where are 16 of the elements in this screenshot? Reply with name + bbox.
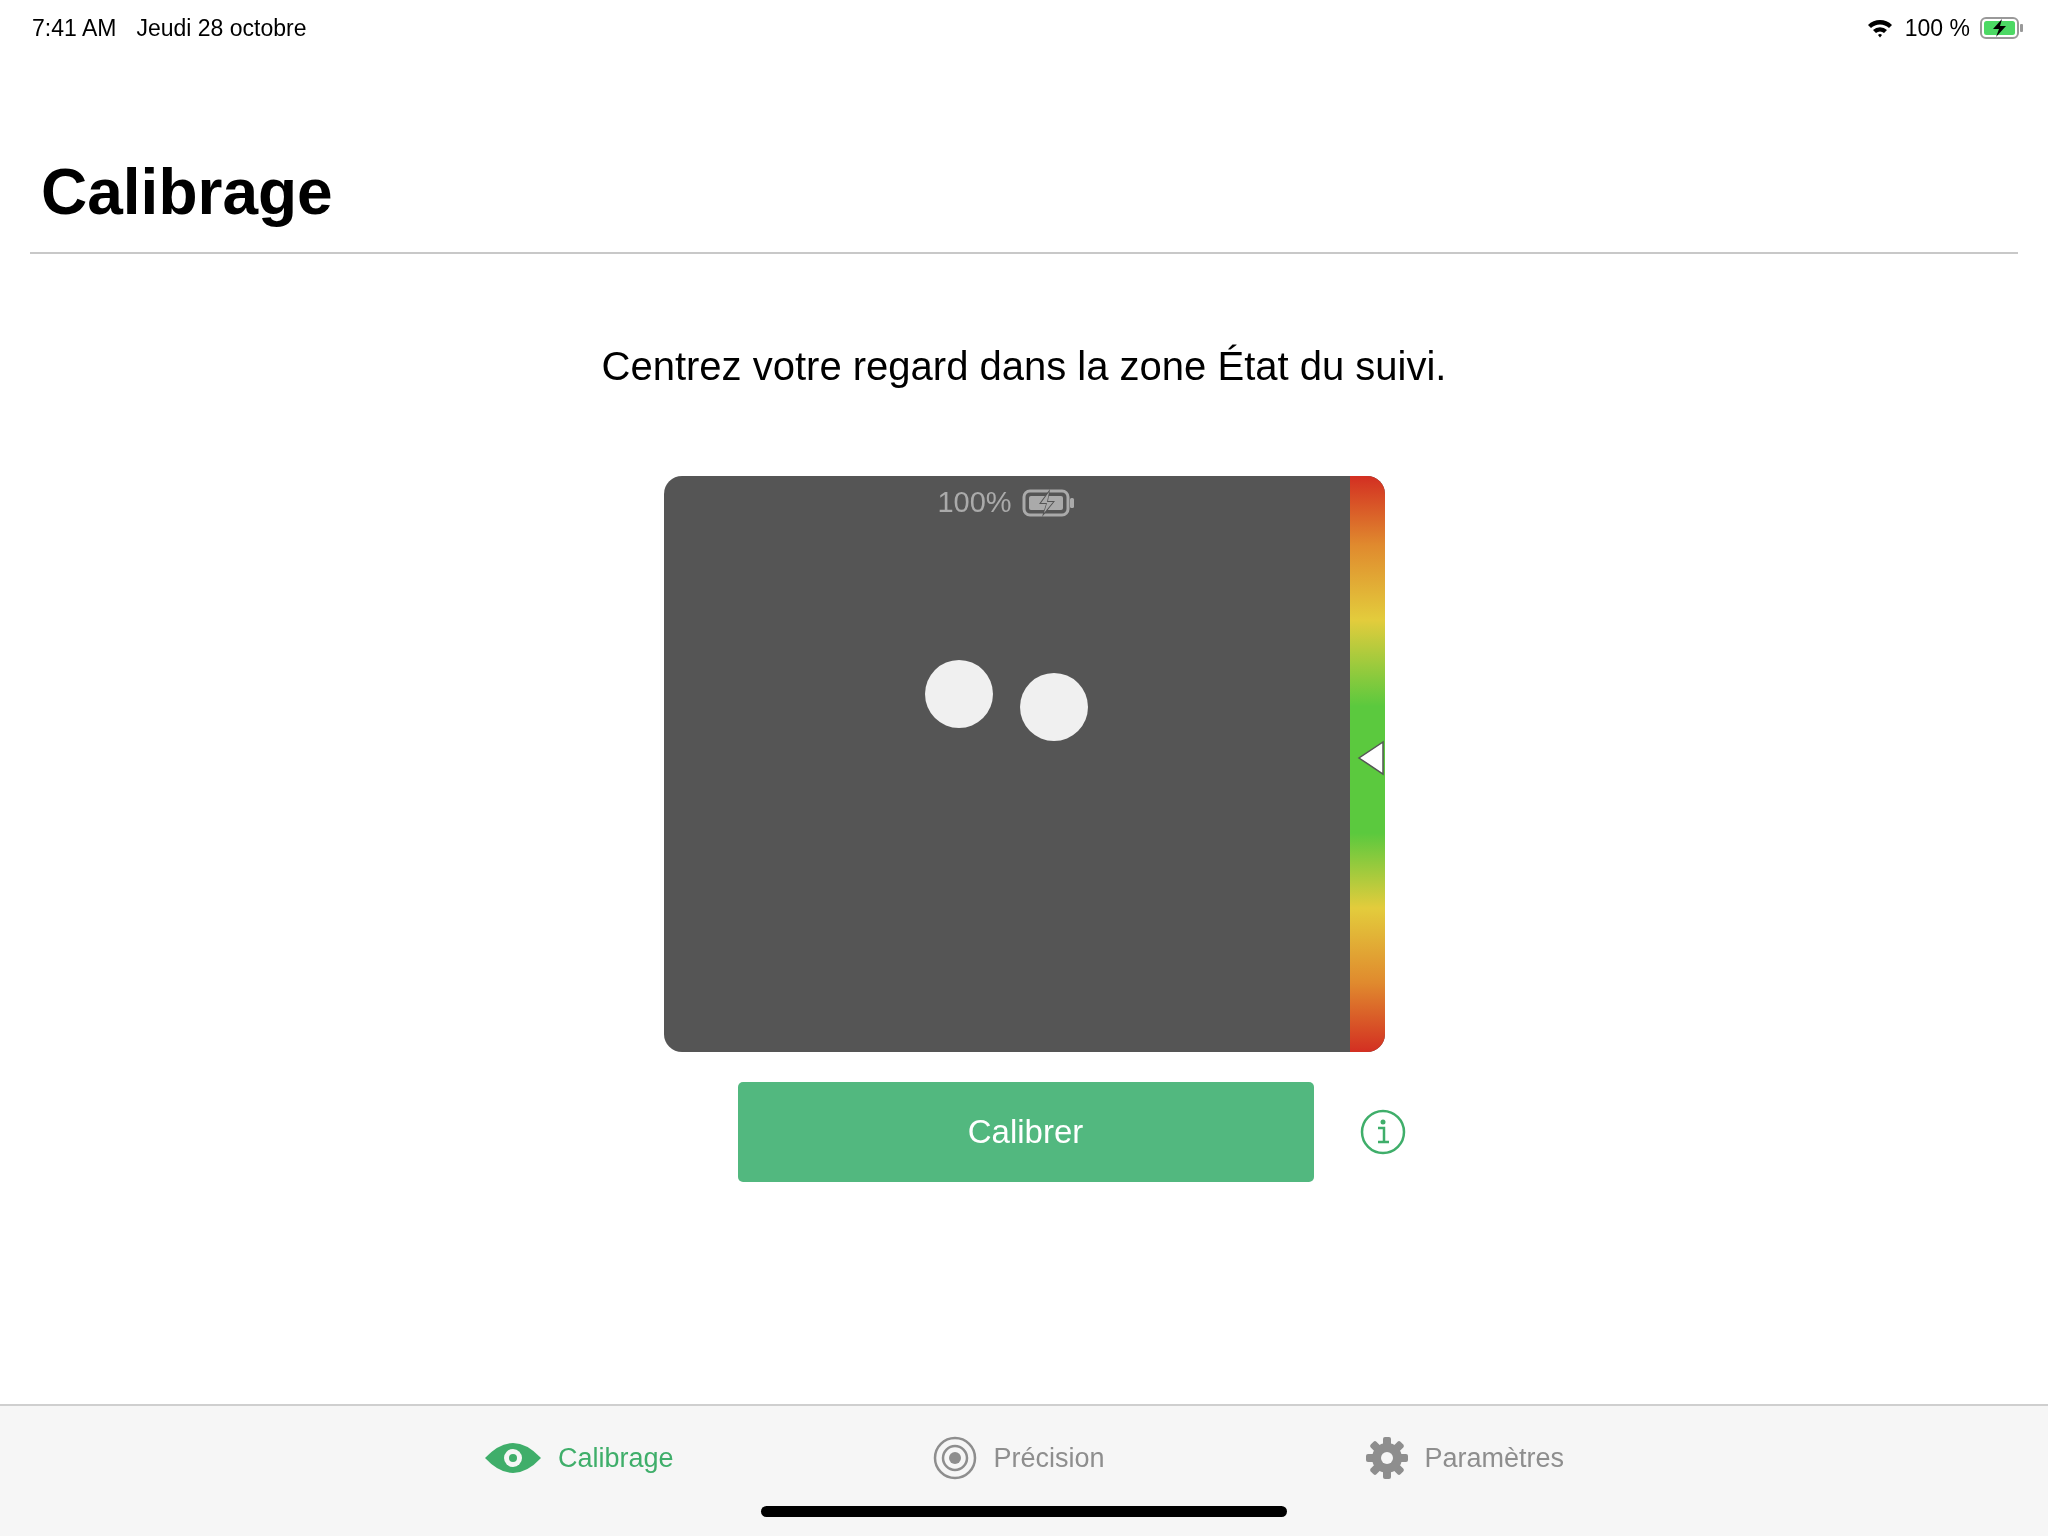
status-date: Jeudi 28 octobre (136, 14, 307, 42)
tab[interactable]: Calibrage (483, 1436, 674, 1480)
info-icon[interactable] (1359, 1109, 1406, 1155)
wifi-icon (1866, 18, 1893, 38)
instruction-text: Centrez votre regard dans la zone État du suivi. (600, 346, 1448, 386)
battery-charging-icon (1021, 488, 1076, 517)
tab[interactable]: Paramètres (1364, 1436, 1565, 1480)
tracker-battery-percent: 100% (937, 486, 1012, 519)
battery-charging-icon (1980, 17, 2024, 39)
target-icon (933, 1436, 978, 1480)
battery-percent: 100 % (1904, 14, 1970, 42)
calibrate-button[interactable]: Calibrer (737, 1082, 1314, 1182)
eye-icon (483, 1440, 542, 1476)
tab[interactable]: Précision (933, 1436, 1105, 1480)
status-time: 7:41 AM (32, 14, 117, 42)
settings-icon (1364, 1436, 1409, 1480)
